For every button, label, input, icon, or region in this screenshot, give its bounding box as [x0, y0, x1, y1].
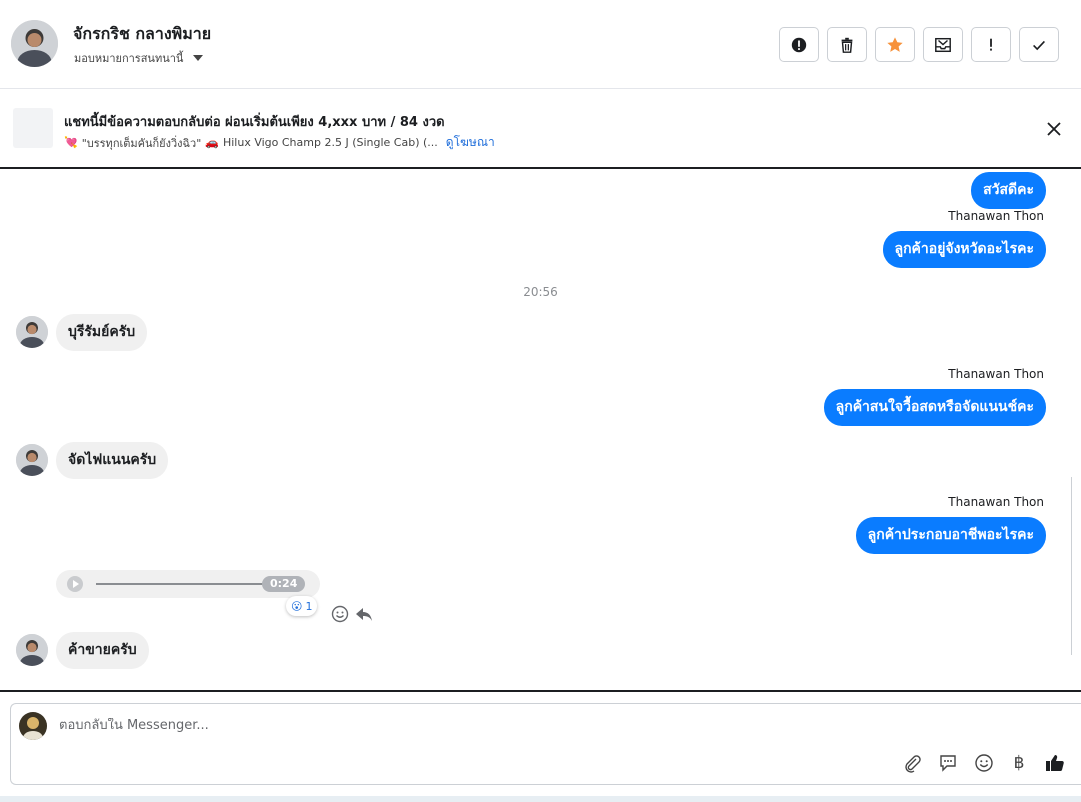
reply-icon[interactable] — [354, 604, 374, 624]
audio-duration: 0:24 — [262, 576, 306, 592]
reaction-badge[interactable]: 😮 1 — [286, 596, 318, 616]
trash-icon — [841, 37, 853, 53]
ad-subtitle-text: "บรรทุกเต็มคันก็ยังวิ่งฉิว" — [81, 136, 202, 150]
sender-name: Thanawan Thon — [948, 495, 1044, 509]
check-icon — [1033, 40, 1045, 50]
outgoing-message[interactable]: ลูกค้าประกอบอาชีพอะไรคะ — [855, 517, 1046, 554]
contact-avatar-small — [16, 634, 48, 666]
mark-done-button[interactable] — [1019, 27, 1059, 62]
composer-divider — [0, 690, 1081, 692]
conversation-header: จักรกริช กลางพิมาย มอบหมายการสนทนานี้ — [0, 0, 1081, 89]
contact-avatar-small — [16, 444, 48, 476]
thumbs-up-icon — [1046, 755, 1064, 771]
assign-label: มอบหมายการสนทนานี้ — [74, 52, 184, 65]
saved-reply-button[interactable] — [937, 752, 959, 774]
ad-thumbnail — [13, 108, 53, 148]
exclamation-icon — [990, 38, 992, 51]
emoji-icon — [975, 754, 993, 772]
emoji-button[interactable] — [973, 752, 995, 774]
saved-reply-icon — [940, 755, 956, 772]
page-avatar — [19, 712, 47, 740]
alert-icon — [791, 37, 807, 52]
star-icon — [887, 36, 903, 52]
view-ad-link[interactable]: ดูโฆษณา — [446, 133, 495, 152]
heart-emoji: 💘 — [64, 136, 78, 149]
close-icon[interactable] — [1044, 119, 1064, 139]
payment-button[interactable]: ฿ — [1008, 752, 1030, 774]
mark-unread-button[interactable] — [923, 27, 963, 62]
incoming-message[interactable]: ค้าขายครับ — [56, 632, 149, 669]
paperclip-icon — [905, 755, 921, 773]
reply-composer: ฿ — [10, 703, 1081, 785]
surprised-emoji: 😮 — [291, 599, 303, 613]
ad-context-banner: แชทนี้มีข้อความตอบกลับต่อ ผ่อนเริ่มต้นเพ… — [0, 89, 1081, 169]
sender-name: Thanawan Thon — [948, 367, 1044, 381]
voice-message[interactable]: 0:24 — [56, 570, 320, 598]
baht-icon: ฿ — [1013, 753, 1025, 773]
outgoing-message[interactable]: ลูกค้าอยู่จังหวัดอะไรคะ — [882, 231, 1046, 268]
mark-unread-icon — [935, 37, 951, 52]
message-thread[interactable]: สวัสดีคะ Thanawan Thon ลูกค้าอยู่จังหวัด… — [0, 170, 1070, 690]
contact-name[interactable]: จักรกริช กลางพิมาย — [73, 22, 211, 47]
outgoing-message[interactable]: ลูกค้าสนใจวื้อสดหรือจัดแนนช์คะ — [823, 389, 1046, 426]
outgoing-message[interactable]: สวัสดีคะ — [971, 172, 1046, 209]
follow-up-button[interactable] — [971, 27, 1011, 62]
reply-input[interactable] — [59, 718, 859, 733]
ad-car-text: Hilux Vigo Champ 2.5 J (Single Cab) (... — [222, 136, 438, 149]
incoming-message[interactable]: บุรีรัมย์ครับ — [56, 314, 148, 351]
contact-avatar[interactable] — [11, 20, 58, 67]
delete-button[interactable] — [827, 27, 867, 62]
reaction-count: 1 — [305, 599, 313, 613]
star-button[interactable] — [875, 27, 915, 62]
car-emoji: 🚗 — [205, 136, 219, 149]
side-panel-edge — [1071, 477, 1081, 655]
play-icon[interactable] — [67, 576, 83, 592]
spam-button[interactable] — [779, 27, 819, 62]
incoming-message[interactable]: จัดไฟแนนครับ — [56, 442, 169, 479]
like-button[interactable] — [1044, 752, 1066, 774]
bottom-strip — [0, 796, 1081, 802]
sender-name: Thanawan Thon — [948, 209, 1044, 223]
chevron-down-icon — [193, 55, 204, 61]
contact-avatar-small — [16, 316, 48, 348]
assign-conversation-dropdown[interactable]: มอบหมายการสนทนานี้ — [74, 49, 204, 67]
attach-button[interactable] — [901, 752, 923, 774]
smiley-icon[interactable] — [330, 604, 350, 624]
audio-progress-track[interactable] — [96, 583, 276, 585]
ad-title: แชทนี้มีข้อความตอบกลับต่อ ผ่อนเริ่มต้นเพ… — [64, 115, 445, 130]
ad-subtitle: 💘 "บรรทุกเต็มคันก็ยังวิ่งฉิว" 🚗 Hilux Vi… — [64, 133, 495, 152]
timestamp: 20:56 — [523, 285, 558, 299]
